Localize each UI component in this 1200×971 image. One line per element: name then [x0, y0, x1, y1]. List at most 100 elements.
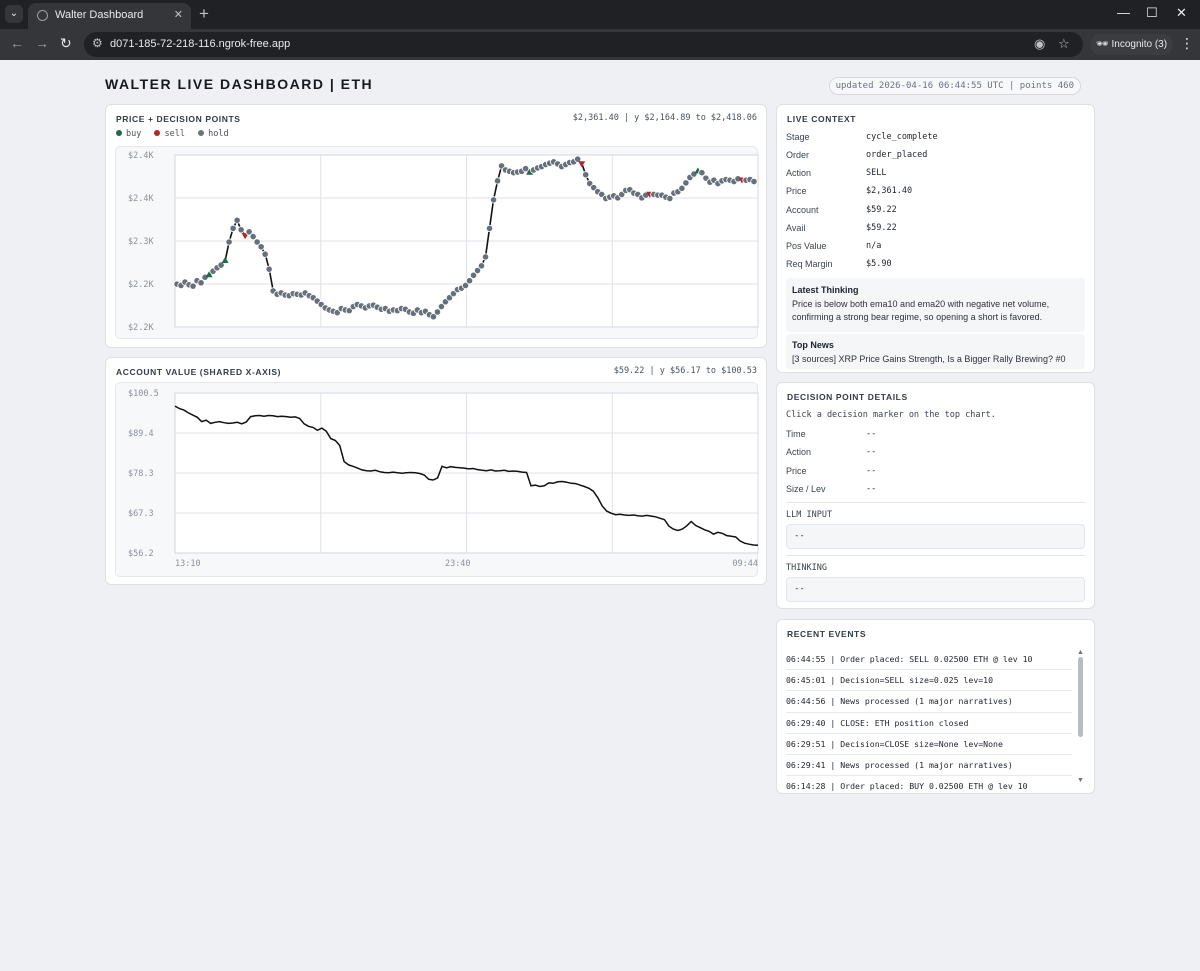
- dashboard-page: WALTER LIVE DASHBOARD | ETH updated 2026…: [0, 60, 1200, 971]
- account-chart-card: ACCOUNT VALUE (SHARED X-AXIS) $59.22 | y…: [105, 357, 767, 585]
- bookmark-star-icon[interactable]: ☆: [1058, 36, 1070, 52]
- list-item: 06:29:41 | News processed (1 major narra…: [786, 755, 1072, 777]
- hold-marker: [678, 184, 686, 192]
- scrollbar-thumb[interactable]: [1078, 657, 1083, 737]
- thinking-field[interactable]: --: [786, 577, 1085, 602]
- llm-input-label: LLM INPUT: [786, 510, 833, 520]
- kv-req-margin-label: Req Margin: [786, 259, 833, 269]
- kv-action-label: Action: [786, 168, 812, 178]
- reload-icon[interactable]: ↻: [60, 35, 72, 52]
- y-tick-label: $2.3K: [128, 237, 154, 247]
- y-tick-label: $2.2K: [128, 323, 154, 333]
- kv-price-value: $2,361.40: [866, 186, 913, 196]
- hold-marker: [682, 179, 690, 187]
- y-tick-label: $67.3: [128, 509, 154, 519]
- y-tick-label: $100.5: [128, 389, 159, 399]
- hold-marker: [265, 265, 273, 273]
- kv-account-value: $59.22: [866, 205, 897, 215]
- url-text: d071-185-72-218-116.ngrok-free.app: [110, 38, 291, 50]
- site-info-icon[interactable]: ⚙: [92, 36, 103, 50]
- hold-marker: [225, 238, 233, 246]
- detail-action-value: --: [866, 447, 877, 457]
- kv-action-value: SELL: [866, 168, 887, 178]
- hold-marker: [750, 177, 758, 186]
- legend-sell[interactable]: sell: [154, 129, 185, 139]
- decision-details-title: DECISION POINT DETAILS: [787, 392, 908, 402]
- y-tick-label: $2.4K: [128, 194, 154, 204]
- hold-marker: [189, 282, 197, 290]
- legend-buy[interactable]: buy: [116, 129, 141, 139]
- top-news-box: Top News [3 sources] XRP Price Gains Str…: [786, 334, 1085, 369]
- price-chart[interactable]: $2.4K $2.4K $2.3K $2.2K $2.2K: [116, 147, 759, 340]
- kv-pos-value-label: Pos Value: [786, 241, 827, 251]
- x-tick-label: 23:40: [445, 559, 471, 569]
- list-item: 06:45:01 | Decision=SELL size=0.025 lev=…: [786, 670, 1072, 692]
- updated-badge: updated 2026-04-16 06:44:55 UTC | points…: [828, 77, 1081, 95]
- hold-marker: [257, 243, 265, 251]
- events-list[interactable]: 06:44:55 | Order placed: SELL 0.02500 ET…: [786, 649, 1072, 794]
- detail-price-label: Price: [786, 466, 807, 476]
- latest-thinking-text: Price is below both ema10 and ema20 with…: [792, 299, 1050, 322]
- hold-marker: [237, 226, 245, 234]
- hold-marker: [249, 232, 257, 241]
- account-chart-summary: $59.22 | y $56.17 to $100.53: [613, 366, 757, 376]
- decision-hint: Click a decision marker on the top chart…: [786, 410, 996, 420]
- decision-details-card: DECISION POINT DETAILS Click a decision …: [776, 382, 1095, 609]
- hold-marker: [233, 216, 241, 224]
- price-plot-area[interactable]: $2.4K $2.4K $2.3K $2.2K $2.2K: [115, 146, 759, 340]
- close-window-icon[interactable]: ✕: [1176, 5, 1187, 21]
- hold-marker: [493, 177, 502, 185]
- kv-price-label: Price: [786, 186, 807, 196]
- hold-marker: [261, 250, 269, 258]
- hold-marker: [698, 169, 706, 177]
- hold-marker: [485, 224, 494, 233]
- tab-search-icon[interactable]: ⌄: [5, 5, 23, 23]
- hold-marker: [197, 279, 205, 287]
- kv-req-margin-value: $5.90: [866, 259, 892, 269]
- browser-toolbar: ← → ↻ ⚙ d071-185-72-218-116.ngrok-free.a…: [0, 29, 1200, 60]
- eye-off-icon[interactable]: ◉: [1034, 36, 1045, 52]
- hold-marker: [666, 194, 674, 203]
- legend-hold[interactable]: hold: [198, 129, 229, 139]
- close-tab-icon[interactable]: ✕: [174, 8, 183, 21]
- hold-marker: [489, 196, 498, 204]
- y-tick-label: $2.4K: [128, 151, 154, 161]
- kv-order-label: Order: [786, 150, 810, 160]
- forward-icon[interactable]: →: [35, 35, 49, 51]
- thinking-label: THINKING: [786, 563, 827, 573]
- hold-marker: [481, 253, 490, 261]
- detail-time-value: --: [866, 429, 877, 439]
- events-scrollbar[interactable]: ▲ ▼: [1077, 649, 1084, 789]
- y-tick-label: $78.3: [128, 469, 154, 479]
- scroll-down-icon[interactable]: ▼: [1077, 777, 1084, 784]
- scroll-up-icon[interactable]: ▲: [1077, 649, 1084, 656]
- kv-order-value: order_placed: [866, 150, 928, 160]
- minimize-icon[interactable]: —: [1117, 5, 1130, 20]
- live-context-card: LIVE CONTEXT Stage cycle_complete Order …: [776, 104, 1095, 373]
- kv-account-label: Account: [786, 205, 819, 215]
- menu-icon[interactable]: ⋮: [1180, 35, 1194, 52]
- maximize-icon[interactable]: ☐: [1146, 5, 1158, 21]
- tab-title: Walter Dashboard: [55, 9, 144, 21]
- detail-time-label: Time: [786, 429, 806, 439]
- detail-size-lev-label: Size / Lev: [786, 484, 826, 494]
- new-tab-icon[interactable]: +: [199, 4, 209, 24]
- y-tick-label: $2.2K: [128, 280, 154, 290]
- incognito-badge[interactable]: 🕶 Incognito (3): [1090, 34, 1174, 55]
- divider: [786, 555, 1085, 556]
- hold-marker: [229, 224, 237, 233]
- browser-tab[interactable]: Walter Dashboard ✕: [28, 3, 191, 29]
- detail-action-label: Action: [786, 447, 812, 457]
- live-context-title: LIVE CONTEXT: [787, 114, 857, 124]
- list-item: 06:44:55 | Order placed: SELL 0.02500 ET…: [786, 649, 1072, 671]
- kv-stage-value: cycle_complete: [866, 132, 938, 142]
- llm-input-field[interactable]: --: [786, 524, 1085, 549]
- address-bar[interactable]: ⚙ d071-185-72-218-116.ngrok-free.app ◉ ☆: [84, 32, 1083, 57]
- back-icon[interactable]: ←: [10, 35, 24, 51]
- price-chart-card: PRICE + DECISION POINTS $2,361.40 | y $2…: [105, 104, 767, 348]
- kv-stage-label: Stage: [786, 132, 810, 142]
- kv-pos-value-value: n/a: [866, 241, 882, 251]
- price-chart-summary: $2,361.40 | y $2,164.89 to $2,418.06: [572, 113, 757, 123]
- price-legend: buy sell hold: [116, 129, 237, 139]
- hold-marker: [465, 277, 474, 285]
